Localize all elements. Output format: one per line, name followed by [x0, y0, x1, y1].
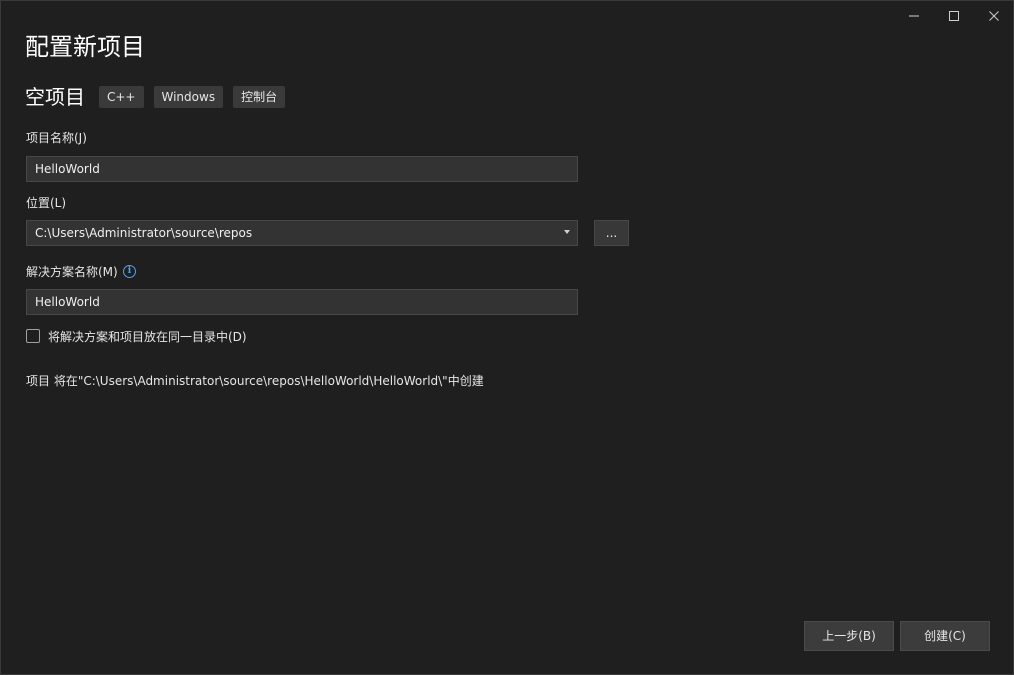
maximize-icon [949, 11, 959, 21]
minimize-icon [909, 15, 919, 17]
chevron-down-icon[interactable] [564, 230, 570, 234]
location-combobox[interactable] [26, 220, 578, 246]
project-path-note: 项目 将在"C:\Users\Administrator\source\repo… [26, 374, 484, 388]
template-tags: C++ Windows 控制台 [99, 86, 286, 108]
solution-name-label: 解决方案名称(M) [26, 265, 118, 279]
project-name-label: 项目名称(J) [26, 131, 87, 145]
info-icon[interactable]: i [123, 265, 136, 278]
close-icon [989, 11, 999, 21]
tag-windows: Windows [153, 86, 224, 108]
project-name-input[interactable] [26, 156, 578, 182]
maximize-button[interactable] [934, 1, 974, 31]
tag-cpp: C++ [99, 86, 144, 108]
create-button[interactable]: 创建(C) [900, 621, 990, 651]
same-directory-checkbox[interactable] [26, 329, 40, 343]
page-title: 配置新项目 [25, 33, 145, 61]
location-label: 位置(L) [26, 196, 67, 210]
template-name: 空项目 [25, 85, 85, 109]
solution-name-input[interactable] [26, 289, 578, 315]
back-button[interactable]: 上一步(B) [804, 621, 894, 651]
tag-console: 控制台 [233, 86, 286, 108]
same-directory-label[interactable]: 将解决方案和项目放在同一目录中(D) [48, 329, 247, 345]
dialog-window: 配置新项目 空项目 C++ Windows 控制台 项目名称(J) 位置(L) … [0, 0, 1014, 675]
minimize-button[interactable] [894, 1, 934, 31]
close-button[interactable] [974, 1, 1014, 31]
browse-button[interactable]: ... [594, 220, 629, 246]
